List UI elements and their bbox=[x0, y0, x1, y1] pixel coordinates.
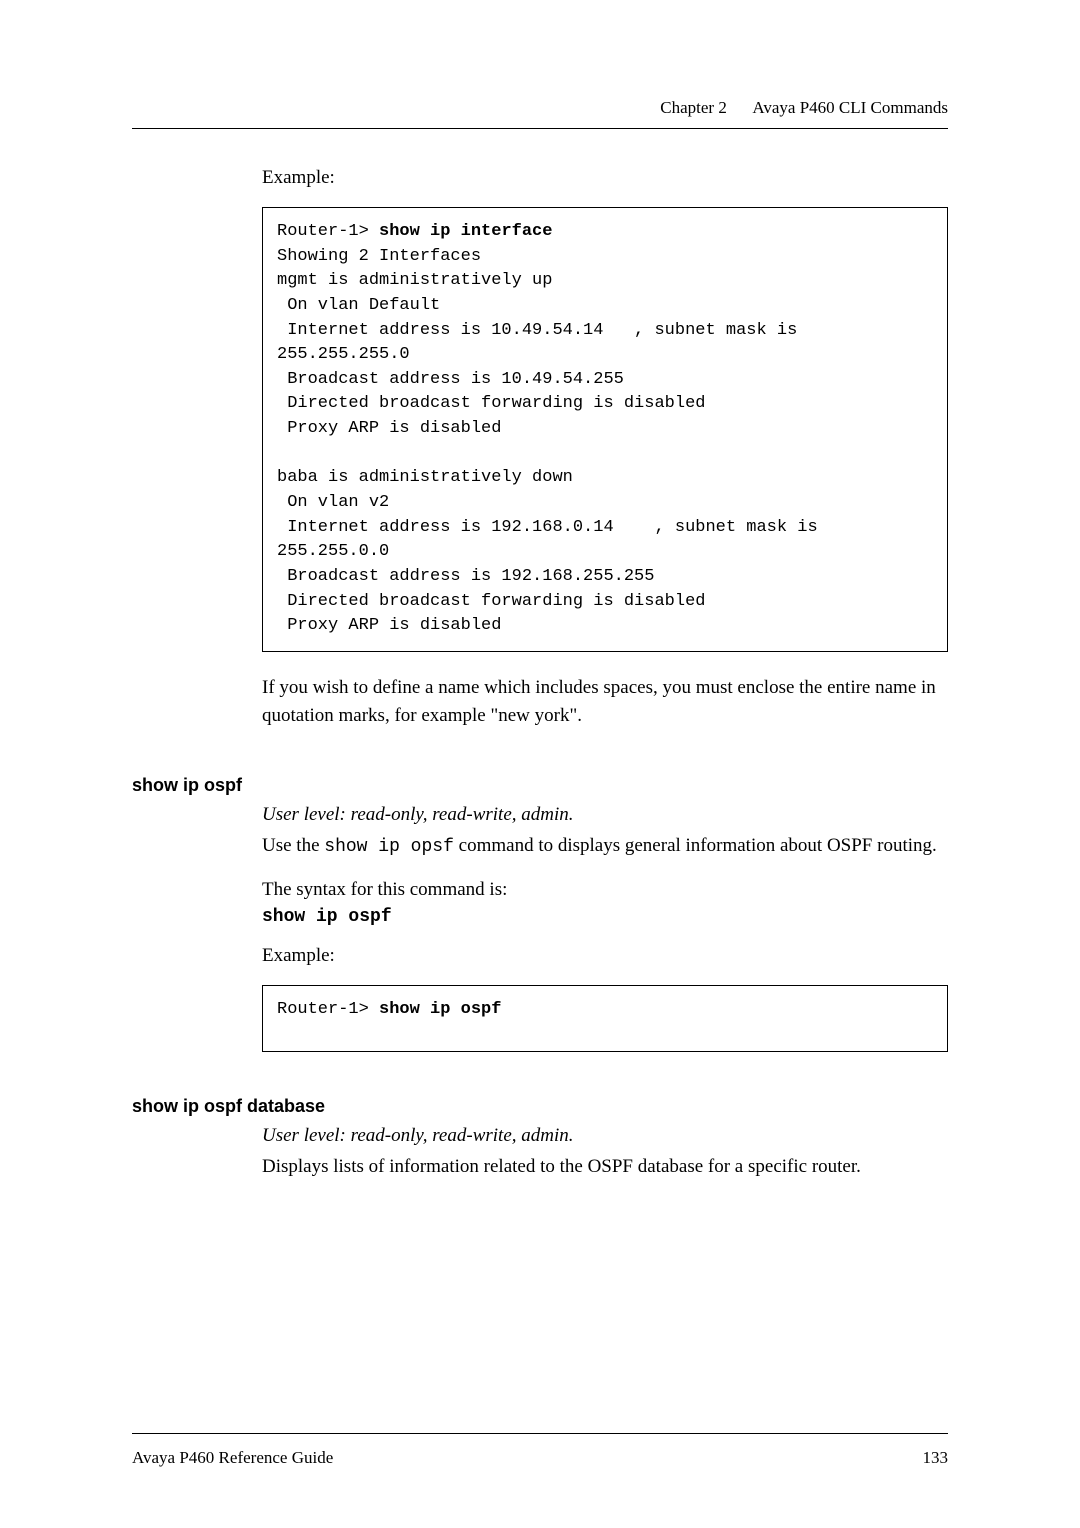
code-block-ospf: Router-1> show ip ospf bbox=[262, 985, 948, 1052]
footer-rule bbox=[132, 1433, 948, 1434]
section-desc: Use the show ip opsf command to displays… bbox=[262, 832, 948, 861]
user-level-2: User level: read-only, read-write, admin… bbox=[262, 1125, 948, 1147]
syntax-command: show ip ospf bbox=[262, 907, 948, 927]
footer-left: Avaya P460 Reference Guide bbox=[132, 1448, 333, 1468]
code-prompt-2: Router-1> bbox=[277, 1000, 379, 1019]
header-chapter: Chapter 2 bbox=[660, 98, 727, 117]
example-label-2: Example: bbox=[262, 945, 948, 967]
section-desc-2: Displays lists of information related to… bbox=[262, 1153, 948, 1182]
note-paragraph: If you wish to define a name which inclu… bbox=[262, 674, 948, 731]
desc-mono: show ip opsf bbox=[324, 837, 454, 857]
desc-post: command to displays general information … bbox=[454, 835, 937, 856]
example-label: Example: bbox=[262, 167, 948, 189]
user-level: User level: read-only, read-write, admin… bbox=[262, 804, 948, 826]
header-title: Avaya P460 CLI Commands bbox=[752, 98, 948, 117]
section-title-ospf-db: show ip ospf database bbox=[132, 1096, 948, 1117]
footer-right: 133 bbox=[923, 1448, 949, 1468]
code-body: Showing 2 Interfaces mgmt is administrat… bbox=[277, 247, 818, 636]
code-block-interface: Router-1> show ip interface Showing 2 In… bbox=[262, 207, 948, 652]
section-title-ospf: show ip ospf bbox=[132, 775, 948, 796]
code-command-2: show ip ospf bbox=[379, 1000, 501, 1019]
code-command: show ip interface bbox=[379, 222, 552, 241]
desc-pre: Use the bbox=[262, 835, 324, 856]
page-header: Chapter 2 Avaya P460 CLI Commands bbox=[132, 98, 948, 118]
header-rule bbox=[132, 128, 948, 129]
code-prompt: Router-1> bbox=[277, 222, 379, 241]
syntax-label: The syntax for this command is: bbox=[262, 879, 948, 901]
page-footer: Avaya P460 Reference Guide 133 bbox=[132, 1433, 948, 1468]
